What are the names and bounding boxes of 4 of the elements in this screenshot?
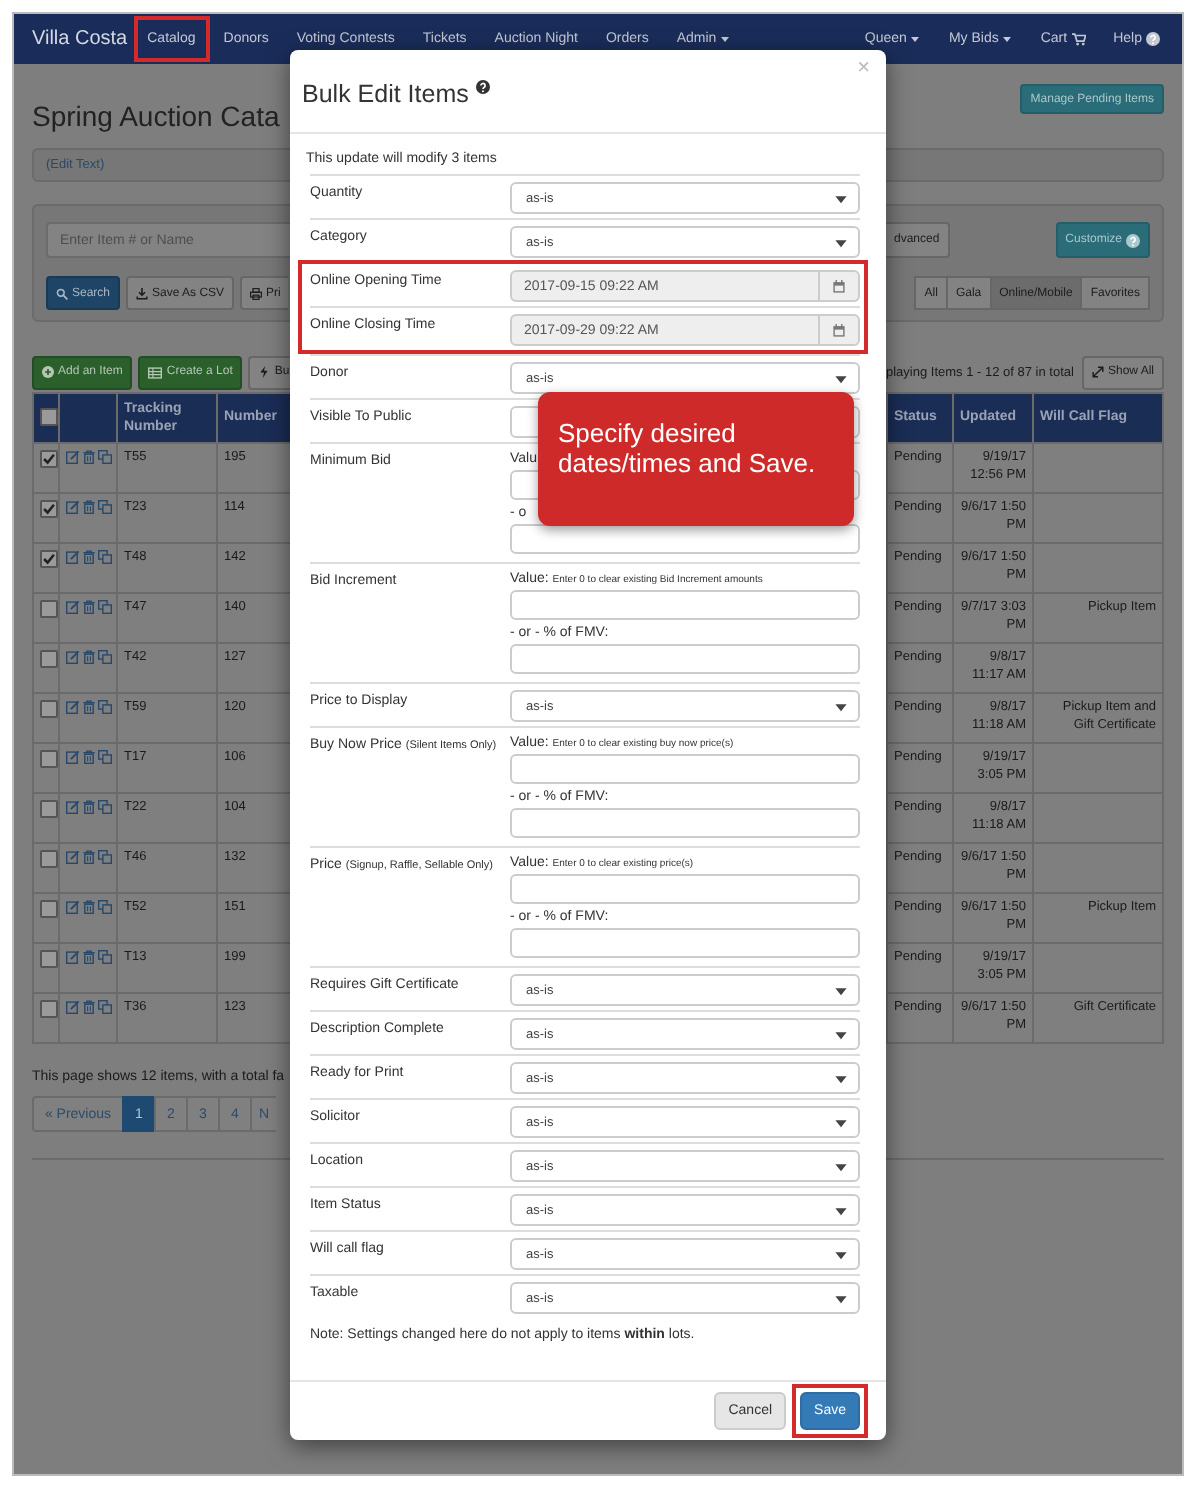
- modal-title: Bulk Edit Items: [302, 79, 469, 107]
- brand-name: Villa Costa: [32, 28, 128, 50]
- page-title: Spring Auction Cata: [32, 102, 280, 130]
- callout-tooltip: Specify desired dates/times and Save.: [538, 392, 854, 526]
